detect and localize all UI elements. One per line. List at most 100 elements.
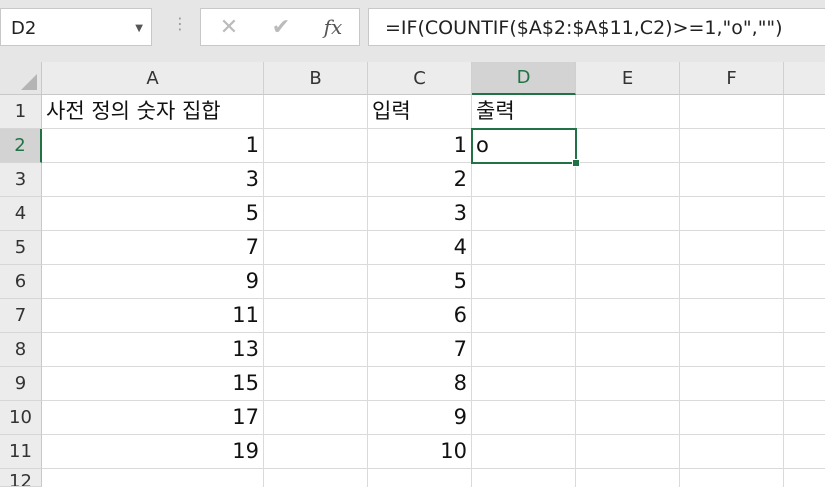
cell-e1[interactable]	[576, 95, 680, 129]
cell-e2[interactable]	[576, 129, 680, 163]
cell-g6[interactable]	[784, 265, 825, 299]
fill-handle[interactable]	[572, 159, 580, 167]
cell-a4[interactable]: 5	[42, 197, 264, 231]
cell-c6[interactable]: 5	[368, 265, 472, 299]
cell-f2[interactable]	[680, 129, 784, 163]
cell-a11[interactable]: 19	[42, 435, 264, 469]
row-header-2[interactable]: 2	[0, 129, 42, 163]
cell-e12[interactable]	[576, 469, 680, 487]
column-header-c[interactable]: C	[368, 62, 472, 95]
cell-f1[interactable]	[680, 95, 784, 129]
cell-a8[interactable]: 13	[42, 333, 264, 367]
cell-b4[interactable]	[264, 197, 368, 231]
cell-g10[interactable]	[784, 401, 825, 435]
cell-e5[interactable]	[576, 231, 680, 265]
cell-b10[interactable]	[264, 401, 368, 435]
cell-c5[interactable]: 4	[368, 231, 472, 265]
cell-g9[interactable]	[784, 367, 825, 401]
cell-g5[interactable]	[784, 231, 825, 265]
cell-b3[interactable]	[264, 163, 368, 197]
cell-g4[interactable]	[784, 197, 825, 231]
row-header-10[interactable]: 10	[0, 401, 42, 435]
cell-a2[interactable]: 1	[42, 129, 264, 163]
cell-f4[interactable]	[680, 197, 784, 231]
cell-c4[interactable]: 3	[368, 197, 472, 231]
formula-input[interactable]: =IF(COUNTIF($A$2:$A$11,C2)>=1,"o","")	[368, 8, 825, 46]
cell-f12[interactable]	[680, 469, 784, 487]
chevron-down-icon[interactable]: ▼	[135, 23, 143, 34]
cell-e10[interactable]	[576, 401, 680, 435]
cell-g11[interactable]	[784, 435, 825, 469]
cell-c3[interactable]: 2	[368, 163, 472, 197]
row-header-8[interactable]: 8	[0, 333, 42, 367]
cell-d10[interactable]	[472, 401, 576, 435]
cell-b6[interactable]	[264, 265, 368, 299]
cell-c1[interactable]: 입력	[368, 95, 472, 129]
cell-b7[interactable]	[264, 299, 368, 333]
row-header-4[interactable]: 4	[0, 197, 42, 231]
cell-f8[interactable]	[680, 333, 784, 367]
cell-g7[interactable]	[784, 299, 825, 333]
check-icon[interactable]: ✔	[257, 9, 305, 45]
column-header-b[interactable]: B	[264, 62, 368, 95]
cell-g3[interactable]	[784, 163, 825, 197]
cell-a10[interactable]: 17	[42, 401, 264, 435]
cell-e4[interactable]	[576, 197, 680, 231]
cell-c11[interactable]: 10	[368, 435, 472, 469]
name-box[interactable]: D2 ▼	[0, 8, 152, 46]
row-header-7[interactable]: 7	[0, 299, 42, 333]
cell-d2[interactable]: o	[472, 129, 576, 163]
cell-b8[interactable]	[264, 333, 368, 367]
row-header-12[interactable]: 12	[0, 469, 42, 487]
cell-c9[interactable]: 8	[368, 367, 472, 401]
cell-d12[interactable]	[472, 469, 576, 487]
cell-b1[interactable]	[264, 95, 368, 129]
cell-d6[interactable]	[472, 265, 576, 299]
row-header-3[interactable]: 3	[0, 163, 42, 197]
row-header-11[interactable]: 11	[0, 435, 42, 469]
cell-e11[interactable]	[576, 435, 680, 469]
cell-f10[interactable]	[680, 401, 784, 435]
cell-g8[interactable]	[784, 333, 825, 367]
row-header-9[interactable]: 9	[0, 367, 42, 401]
column-header-e[interactable]: E	[576, 62, 680, 95]
cell-c7[interactable]: 6	[368, 299, 472, 333]
cell-a7[interactable]: 11	[42, 299, 264, 333]
cell-c2[interactable]: 1	[368, 129, 472, 163]
function-icon[interactable]: fx	[309, 9, 357, 45]
cell-f7[interactable]	[680, 299, 784, 333]
cell-b11[interactable]	[264, 435, 368, 469]
cell-a6[interactable]: 9	[42, 265, 264, 299]
cell-a9[interactable]: 15	[42, 367, 264, 401]
cell-f6[interactable]	[680, 265, 784, 299]
cell-c12[interactable]	[368, 469, 472, 487]
cell-f3[interactable]	[680, 163, 784, 197]
cell-b12[interactable]	[264, 469, 368, 487]
cell-f5[interactable]	[680, 231, 784, 265]
column-header-d[interactable]: D	[472, 62, 576, 95]
cell-b5[interactable]	[264, 231, 368, 265]
drag-handle-icon[interactable]: ⋮	[172, 14, 188, 33]
cell-a5[interactable]: 7	[42, 231, 264, 265]
column-header-f[interactable]: F	[680, 62, 784, 95]
cell-d8[interactable]	[472, 333, 576, 367]
cell-d3[interactable]	[472, 163, 576, 197]
cell-e3[interactable]	[576, 163, 680, 197]
cell-a1[interactable]: 사전 정의 숫자 집합	[42, 95, 264, 129]
cell-c10[interactable]: 9	[368, 401, 472, 435]
cell-d11[interactable]	[472, 435, 576, 469]
row-header-1[interactable]: 1	[0, 95, 42, 129]
cell-b2[interactable]	[264, 129, 368, 163]
cell-b9[interactable]	[264, 367, 368, 401]
cell-d1[interactable]: 출력	[472, 95, 576, 129]
cell-e8[interactable]	[576, 333, 680, 367]
cell-g12[interactable]	[784, 469, 825, 487]
cell-g2[interactable]	[784, 129, 825, 163]
cell-f11[interactable]	[680, 435, 784, 469]
cell-d4[interactable]	[472, 197, 576, 231]
cell-e7[interactable]	[576, 299, 680, 333]
cell-d7[interactable]	[472, 299, 576, 333]
cell-a12[interactable]	[42, 469, 264, 487]
cell-e6[interactable]	[576, 265, 680, 299]
row-header-6[interactable]: 6	[0, 265, 42, 299]
